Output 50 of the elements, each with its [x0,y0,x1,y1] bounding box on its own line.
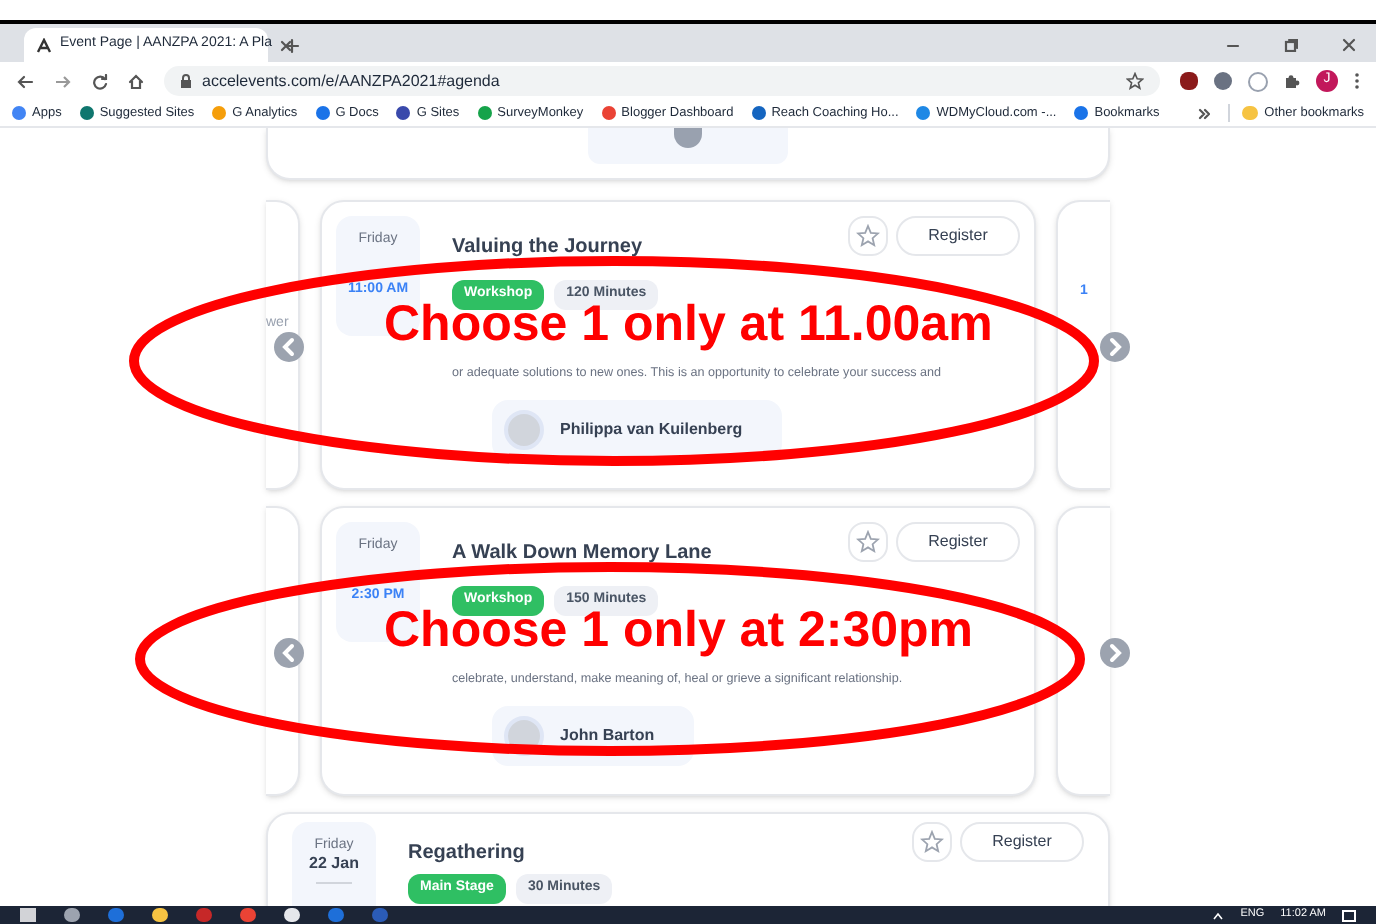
chevron-icon[interactable] [1198,107,1211,119]
bookmark-icon [1074,106,1089,120]
star-icon [856,224,880,248]
session-title: Regathering [408,840,525,868]
puzzle-icon[interactable] [1284,73,1300,89]
avatar-placeholder [674,128,702,148]
close-icon[interactable] [1342,38,1356,52]
site-logo-icon [36,37,52,53]
bookmark-icon [751,106,766,120]
reload-icon[interactable] [92,73,108,89]
close-icon[interactable] [279,39,292,51]
date-label: 22 Jan [309,854,359,874]
menu-icon[interactable] [1354,72,1360,90]
restore-icon[interactable] [1284,38,1298,52]
bookmark-icon [315,106,330,120]
bookmark-icon [212,106,227,120]
register-button[interactable]: Register [896,216,1020,256]
taskbar-app-icon[interactable] [152,908,168,922]
speaker-name: John Barton [560,723,657,747]
bookmark-icon [12,106,26,120]
star-icon[interactable] [1126,72,1144,90]
back-icon[interactable] [16,73,34,89]
chevron-up-icon[interactable] [1212,911,1225,919]
lock-icon [180,74,192,88]
forward-icon[interactable] [54,73,72,89]
register-button[interactable]: Register [896,522,1020,562]
register-button[interactable]: Register [960,822,1084,862]
speaker-name: Philippa van Kuilenberg [560,417,745,441]
taskbar-app-icon[interactable] [64,908,80,922]
new-tab-icon[interactable] [284,38,300,54]
circle-extension-icon[interactable] [1214,72,1232,90]
bookmark-icon [477,106,492,120]
star-button[interactable] [848,216,888,256]
address-bar[interactable]: accelevents.com/e/AANZPA2021#agenda [164,66,1160,96]
star-button[interactable] [848,522,888,562]
star-icon [920,830,944,854]
taskbar-app-icon[interactable] [284,908,300,922]
session-title: Valuing the Journey [452,234,643,262]
bookmark-icon [396,106,411,120]
home-icon[interactable] [128,73,144,89]
windows-start-icon[interactable] [20,908,36,922]
avatar-placeholder [504,409,544,449]
bookmark-icon [79,106,94,120]
folder-icon [1242,106,1259,120]
bookmark-icon [601,106,616,120]
star-icon [856,530,880,554]
notification-icon[interactable] [1342,909,1356,921]
session-title: A Walk Down Memory Lane [452,540,712,568]
bookmark-icon [916,106,931,120]
star-button[interactable] [912,822,952,862]
